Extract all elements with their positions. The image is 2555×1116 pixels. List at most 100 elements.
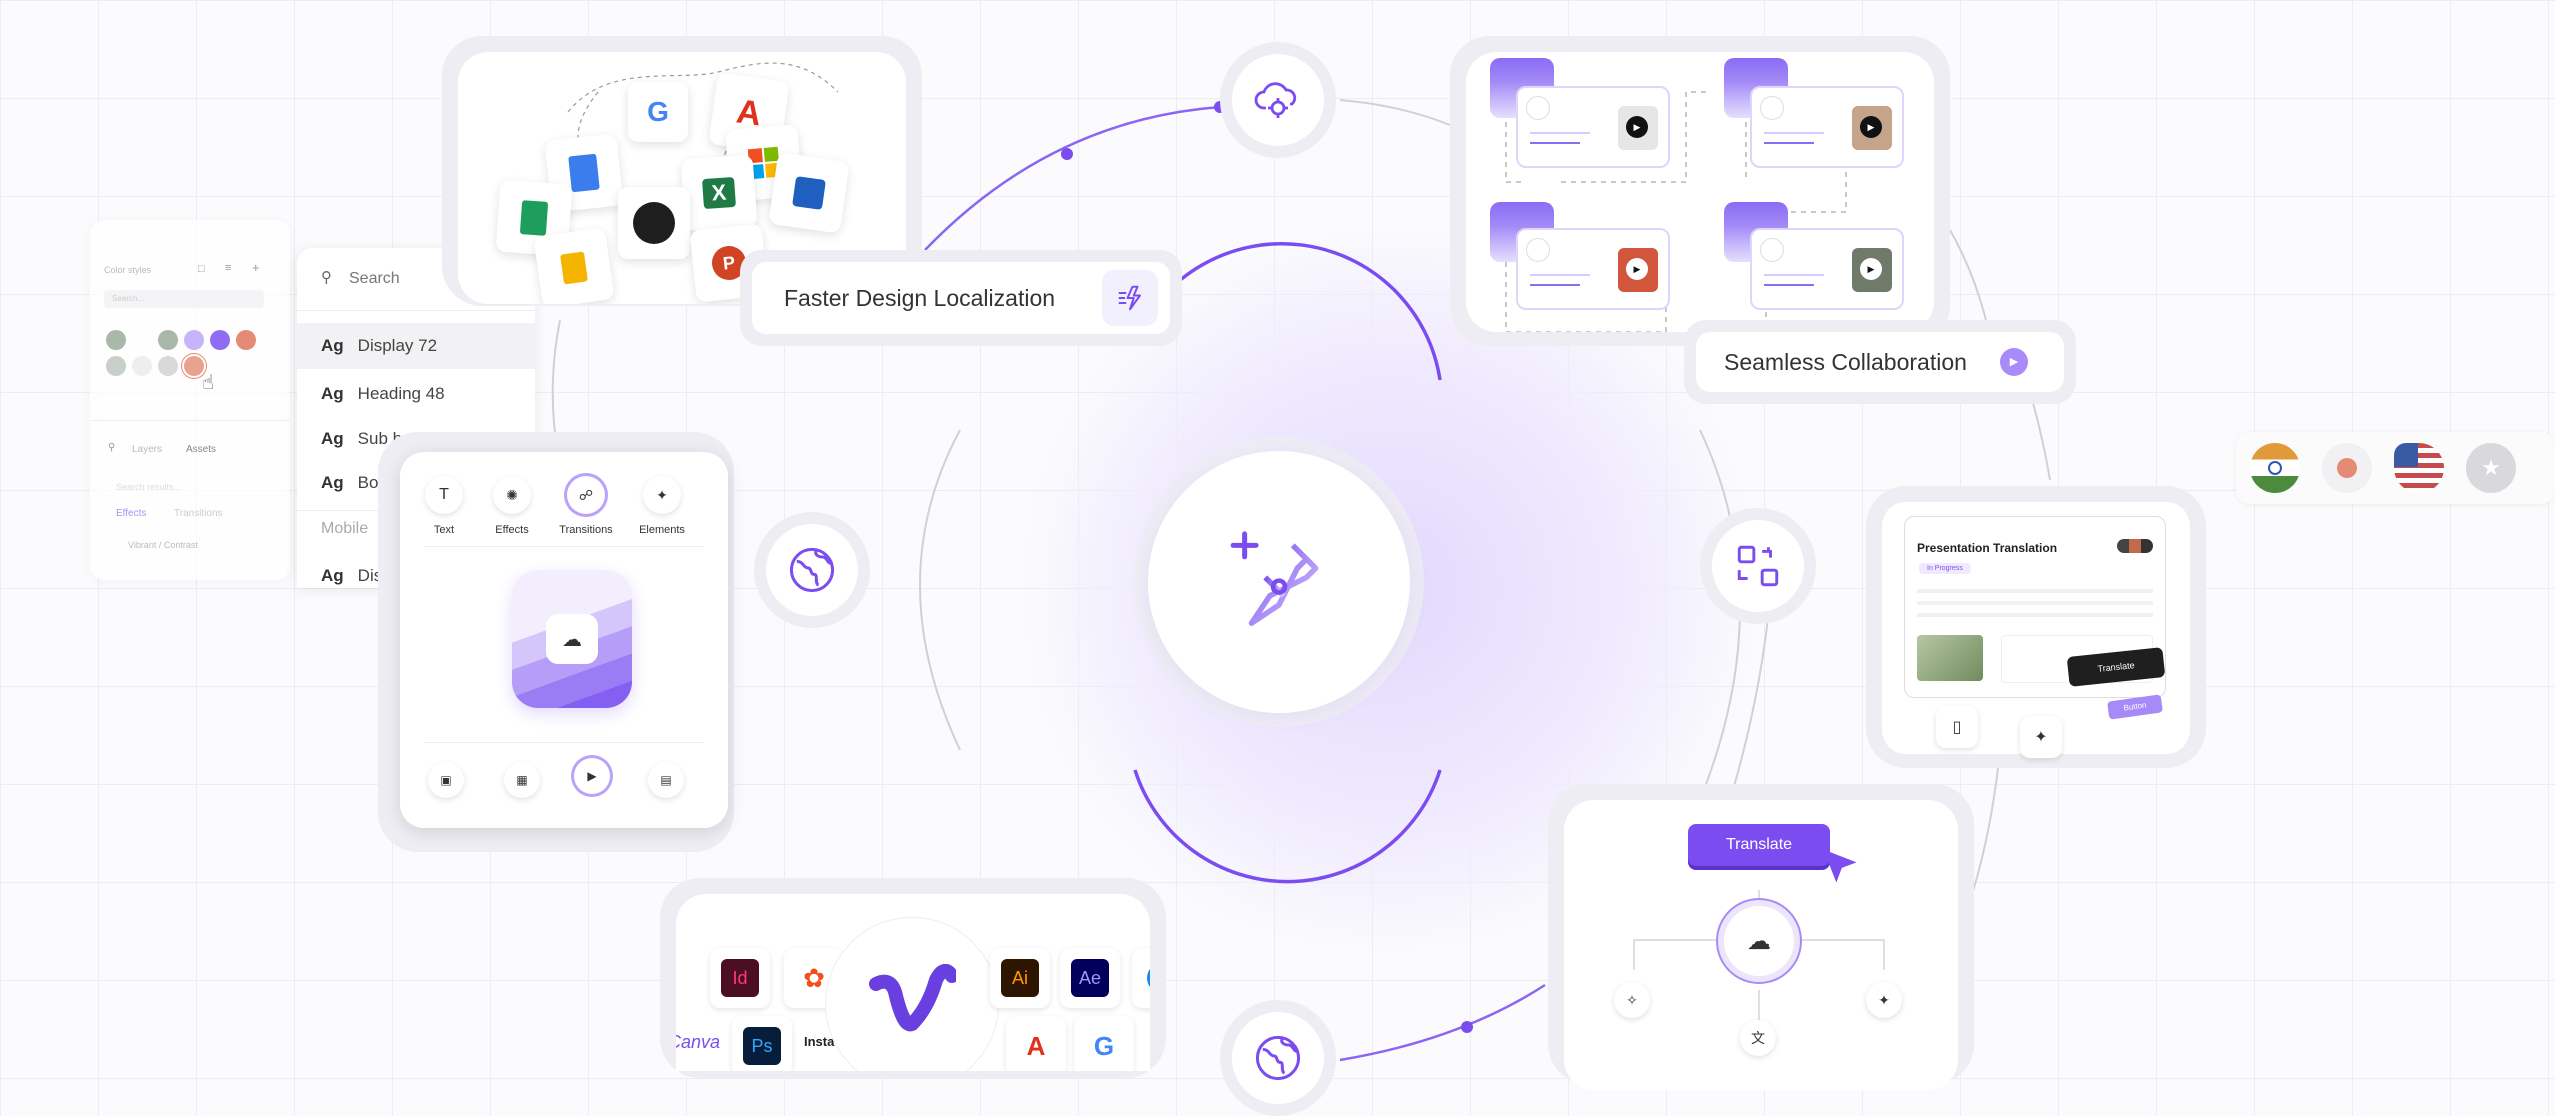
tab-layers[interactable]: Layers [132,444,162,455]
play-icon[interactable]: ▶ [2000,348,2028,376]
word-icon [768,152,850,234]
collaboration-badge[interactable]: Seamless Collaboration ▶ [1696,332,2064,392]
add-icon[interactable]: + [252,260,260,275]
cloud-sync-icon [1254,82,1297,118]
hand-cursor-icon: ☝ [202,372,215,394]
status-badge: In Progress [1919,563,1971,574]
cloud-hub-node[interactable]: ☁ [1724,906,1794,976]
vimeo-icon [869,964,956,1032]
magic-wand-icon[interactable]: ✦ [1866,982,1902,1018]
color-search-input[interactable]: Search... [104,290,264,308]
video-item[interactable]: ▶ [1516,86,1670,168]
video-item[interactable]: ▶ [1750,228,1904,310]
app-icon [1132,948,1150,1008]
presentation-title: Presentation Translation [1917,541,2058,555]
play-icon[interactable]: ▶ [1626,116,1648,138]
video-item[interactable]: ▶ [1750,86,1904,168]
blocks-node[interactable] [1712,520,1804,612]
cloud-node[interactable] [1232,54,1324,146]
cloud-app-tile: ☁ [512,570,632,708]
play-icon[interactable]: ▶ [1860,116,1882,138]
color-swatch[interactable] [106,356,126,376]
video-icon[interactable]: ▶ [574,758,610,794]
list-icon[interactable]: ≡ [225,262,231,274]
video-grid-card: ▶ ▶ ▶ ▶ [1466,52,1934,332]
tool-effects[interactable]: ✺ Effects [472,476,552,536]
translate-sparkle-icon[interactable]: ✦ [2020,716,2062,758]
plugin-panel: T Text ✺ Effects ☍ Transitions ✦ Elements ☁ … [400,452,728,828]
adobe-icon: A [1006,1016,1066,1071]
color-styles-title: Color styles [104,265,152,275]
play-icon[interactable]: ▶ [1626,258,1648,280]
text-tool-icon: T [439,486,449,503]
lightning-icon [1102,270,1158,326]
color-swatch[interactable] [184,356,204,376]
india-flag-icon[interactable] [2250,443,2300,493]
assets-search-input[interactable]: Search results... [116,482,181,492]
globe-icon [789,547,835,593]
cloud-sync-icon: ☁ [1747,927,1771,955]
text-style-row[interactable]: Ag Display 72 [297,323,535,369]
translate-panel: Translate ☁ ✧ ✦ 文 [1564,800,1958,1090]
tab-effects[interactable]: Effects [116,508,146,519]
star-flag-icon[interactable]: ★ [2466,443,2516,493]
color-swatch[interactable] [210,330,230,350]
design-localization-badge[interactable]: Faster Design Localization [752,262,1170,334]
color-swatch[interactable] [236,330,256,350]
video-item[interactable]: ▶ [1516,228,1670,310]
file-icon[interactable]: ▤ [648,762,684,798]
center-node[interactable] [1148,451,1410,713]
tool-elements[interactable]: ✦ Elements [622,476,702,536]
indesign-icon: Id [710,948,770,1008]
gallery-icon[interactable]: ▦ [504,762,540,798]
color-swatch[interactable] [132,356,152,376]
phone-icon[interactable]: ▯ [1936,706,1978,748]
google-icon: G [628,82,688,142]
illustrator-icon: Ai [990,948,1050,1008]
transitions-icon: ☍ [578,486,594,503]
design-localization-label: Faster Design Localization [784,284,1056,311]
color-swatch[interactable] [106,330,126,350]
effects-icon: ✺ [506,486,518,503]
search-icon: ⚲ [321,269,332,286]
avatar-group [2117,539,2153,553]
text-style-row[interactable]: Ag Heading 48 [297,371,535,417]
translate-language-icon[interactable]: 文 [1740,1020,1776,1056]
excel-icon: X [680,154,758,232]
google-slides-icon [533,227,615,304]
figma-icon [618,187,690,259]
language-option-icon[interactable] [2322,443,2372,493]
image-icon[interactable]: ▣ [428,762,464,798]
section-label-mobile: Mobile [321,520,369,537]
globe-icon [1255,1035,1301,1081]
color-swatch[interactable] [184,330,204,350]
book-icon[interactable]: □ [198,263,205,275]
text-style-search-input[interactable]: Search [349,270,400,288]
after-effects-icon: Ae [1060,948,1120,1008]
collaboration-label: Seamless Collaboration [1724,348,1967,375]
tab-transitions[interactable]: Transitions [174,508,223,519]
effect-item[interactable]: Vibrant / Contrast [128,540,198,550]
google-icon: G [1074,1016,1134,1071]
pen-tool-sparkle-icon [1230,531,1319,626]
us-flag-icon[interactable] [2394,443,2444,493]
globe-node[interactable] [766,524,858,616]
language-selector: ★ [2236,432,2555,504]
cloud-sync-icon: ☁ [546,614,598,664]
globe-node-bottom[interactable] [1232,1012,1324,1104]
blocks-icon [1737,545,1779,587]
color-styles-panel: Color styles □ ≡ + Search... ☝ ⚲ Layers … [90,220,290,580]
vimeo-logo [826,918,998,1071]
tab-assets[interactable]: Assets [186,444,216,455]
magic-wand-icon: ✦ [656,486,668,503]
presentation-panel: Presentation Translation In Progress Tra… [1882,502,2190,758]
tool-transitions[interactable]: ☍ Transitions [546,476,626,536]
layers-search-icon: ⚲ [108,442,116,453]
color-swatch[interactable] [158,356,178,376]
integrations-card: Id ✿ Ps Canva Insta Ai Ae A G [676,894,1150,1071]
play-icon[interactable]: ▶ [1860,258,1882,280]
color-swatch[interactable] [158,330,178,350]
photoshop-icon: Ps [732,1016,792,1071]
language-add-icon[interactable]: ✧ [1614,982,1650,1018]
instagram-label: Insta [804,1034,835,1049]
